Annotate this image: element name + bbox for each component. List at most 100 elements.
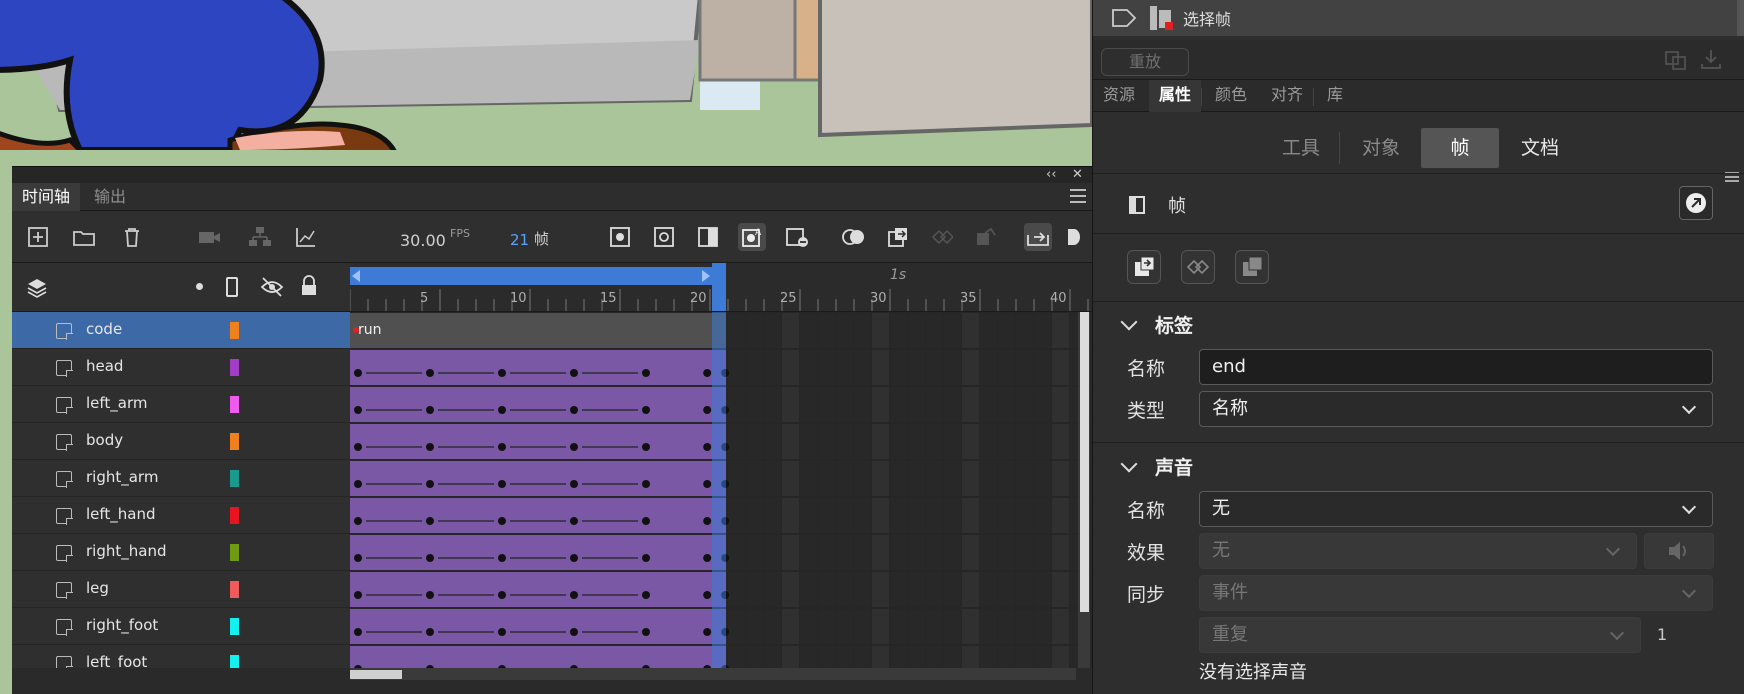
empty-frame-cell[interactable] [836, 609, 853, 644]
empty-frame-cell[interactable] [944, 646, 961, 668]
empty-frame-cell[interactable] [800, 646, 817, 668]
empty-frame-cell[interactable] [980, 424, 997, 459]
fps-value[interactable]: 30.00 [400, 231, 446, 250]
empty-frame-cell[interactable] [836, 461, 853, 496]
save-steps-icon[interactable] [1699, 48, 1723, 74]
empty-frame-cell[interactable] [1016, 313, 1033, 348]
insert-keyframe-icon[interactable] [606, 223, 634, 251]
empty-frame-cell[interactable] [926, 461, 943, 496]
subtab-document[interactable]: 文档 [1507, 128, 1573, 168]
empty-frame-cell[interactable] [764, 424, 781, 459]
empty-frame-cell[interactable] [782, 609, 799, 644]
keyframe-dot[interactable] [570, 406, 578, 414]
tab-properties[interactable]: 属性 [1149, 80, 1202, 112]
empty-frame-cell[interactable] [1016, 424, 1033, 459]
empty-frame-cell[interactable] [908, 461, 925, 496]
empty-frame-cell[interactable] [998, 424, 1015, 459]
empty-frame-cell[interactable] [1052, 461, 1069, 496]
empty-frame-cell[interactable] [890, 535, 907, 570]
layer-name[interactable]: left_foot [86, 653, 147, 668]
empty-frame-cell[interactable] [728, 313, 745, 348]
empty-frame-cell[interactable] [800, 609, 817, 644]
empty-frame-cell[interactable] [962, 572, 979, 607]
keyframe-dot[interactable] [642, 443, 650, 451]
empty-frame-cell[interactable] [1052, 387, 1069, 422]
layer-color-swatch[interactable] [230, 359, 239, 376]
empty-frame-cell[interactable] [890, 646, 907, 668]
keyframe-dot[interactable] [642, 369, 650, 377]
empty-frame-cell[interactable] [980, 609, 997, 644]
empty-frame-cell[interactable] [836, 572, 853, 607]
empty-frame-cell[interactable] [1052, 572, 1069, 607]
current-frame-value[interactable]: 21 [510, 231, 529, 249]
empty-frame-cell[interactable] [746, 498, 763, 533]
open-frame-panel-button[interactable] [1679, 186, 1713, 220]
collapse-icon[interactable]: ‹‹ [1046, 167, 1056, 182]
empty-frame-cell[interactable] [1034, 609, 1051, 644]
empty-frame-cell[interactable] [800, 535, 817, 570]
onion-skin-icon[interactable] [840, 223, 868, 251]
keyframe-dot[interactable] [498, 369, 506, 377]
empty-frame-cell[interactable] [962, 646, 979, 668]
keyframe-dot[interactable] [498, 480, 506, 488]
subtab-frame[interactable]: 帧 [1421, 128, 1499, 168]
empty-frame-cell[interactable] [998, 350, 1015, 385]
layer-name[interactable]: left_arm [86, 394, 148, 412]
keyframe-dot[interactable] [498, 517, 506, 525]
keyframe-dot[interactable] [703, 517, 712, 525]
empty-frame-cell[interactable] [854, 387, 871, 422]
layer-row-left-foot[interactable]: left_foot [12, 645, 350, 668]
layer-name[interactable]: right_arm [86, 468, 158, 486]
insert-blank-keyframe-icon[interactable] [650, 223, 678, 251]
empty-frame-cell[interactable] [836, 387, 853, 422]
reverse-frames-button[interactable] [1235, 250, 1269, 284]
empty-frame-cell[interactable] [800, 424, 817, 459]
keyframe-dot[interactable] [354, 369, 362, 377]
keyframe-dot[interactable] [426, 443, 434, 451]
layer-color-swatch[interactable] [230, 618, 239, 635]
keyframe-dot[interactable] [354, 480, 362, 488]
empty-frame-cell[interactable] [962, 609, 979, 644]
keyframe-dot[interactable] [703, 591, 712, 599]
subtab-tool[interactable]: 工具 [1273, 128, 1329, 168]
keyframe-dot[interactable] [642, 591, 650, 599]
empty-frame-cell[interactable] [890, 387, 907, 422]
empty-frame-cell[interactable] [818, 313, 835, 348]
keyframe-dot[interactable] [703, 554, 712, 562]
empty-frame-cell[interactable] [764, 387, 781, 422]
empty-frame-cell[interactable] [782, 313, 799, 348]
layer-name[interactable]: head [86, 357, 123, 375]
tab-library[interactable]: 库 [1317, 80, 1353, 112]
keyframe-dot[interactable] [570, 480, 578, 488]
empty-frame-cell[interactable] [1034, 424, 1051, 459]
empty-frame-cell[interactable] [818, 498, 835, 533]
empty-frame-cell[interactable] [998, 313, 1015, 348]
empty-frame-cell[interactable] [782, 646, 799, 668]
layer-color-swatch[interactable] [230, 655, 239, 668]
layer-color-swatch[interactable] [230, 544, 239, 561]
convert-to-keyframe-button[interactable] [1127, 250, 1161, 284]
edit-envelope-button[interactable] [1644, 533, 1714, 569]
empty-frame-cell[interactable] [980, 313, 997, 348]
empty-frame-cell[interactable] [872, 461, 889, 496]
empty-frame-cell[interactable] [962, 535, 979, 570]
tween-span[interactable] [350, 609, 726, 644]
tab-output[interactable]: 输出 [84, 183, 136, 211]
outline-layers-icon[interactable] [226, 277, 238, 297]
loop-playback-icon[interactable] [1024, 223, 1052, 251]
tween-span[interactable] [350, 424, 726, 459]
layers-stack-icon[interactable] [26, 277, 48, 303]
empty-frame-cell[interactable] [764, 535, 781, 570]
keyframe-dot[interactable] [354, 554, 362, 562]
empty-frame-cell[interactable] [746, 572, 763, 607]
empty-frame-cell[interactable] [800, 461, 817, 496]
frame-ruler[interactable]: 1s 5 10 15 20 25 30 35 40 [350, 263, 1092, 312]
empty-frame-cell[interactable] [944, 350, 961, 385]
empty-frame-cell[interactable] [926, 313, 943, 348]
layer-name[interactable]: left_hand [86, 505, 156, 523]
empty-frame-cell[interactable] [746, 424, 763, 459]
label-section-header[interactable]: 标签 [1093, 302, 1744, 346]
empty-frame-cell[interactable] [764, 350, 781, 385]
empty-frame-cell[interactable] [998, 535, 1015, 570]
layer-parenting-icon[interactable] [246, 223, 274, 251]
